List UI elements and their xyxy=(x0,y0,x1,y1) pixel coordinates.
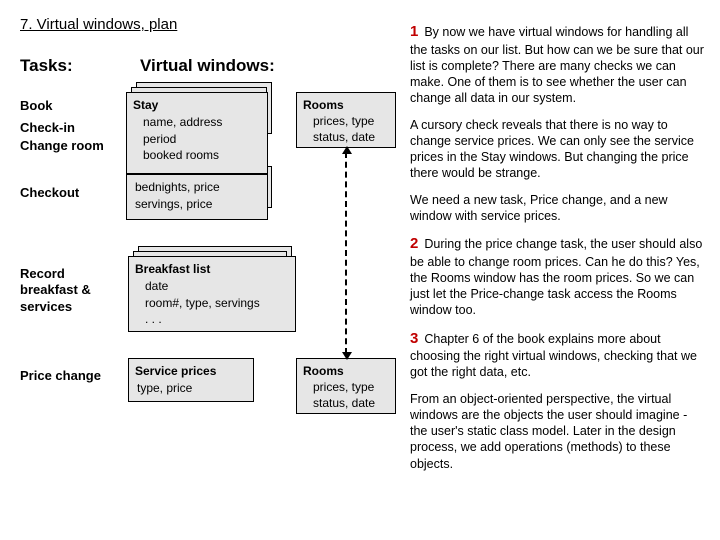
vw-bkfst-line2: room#, type, servings xyxy=(135,295,289,312)
note-number-3: 3 xyxy=(410,330,424,347)
vw-stay-line1: name, address xyxy=(133,114,261,131)
vw-bednights: bednights, price servings, price xyxy=(126,174,268,220)
note-3b: From an object-oriented perspective, the… xyxy=(410,391,706,472)
slide: 7. Virtual windows, plan Tasks: Virtual … xyxy=(0,0,720,540)
note-1b: A cursory check reveals that there is no… xyxy=(410,117,706,182)
note-3a-text: Chapter 6 of the book explains more abou… xyxy=(410,332,697,380)
task-book: Book xyxy=(20,98,53,113)
vw-breakfast-stack: Breakfast list date room#, type, serving… xyxy=(128,256,300,336)
vw-rooms-line1: prices, type xyxy=(303,379,389,395)
vw-bed-line1: bednights, price xyxy=(133,179,261,196)
vw-service-prices-stack: Service prices type, price xyxy=(128,358,258,406)
note-1c: We need a new task, Price change, and a … xyxy=(410,192,706,225)
note-number-2: 2 xyxy=(410,235,424,252)
task-checkin: Check-in xyxy=(20,120,75,135)
task-change-room: Change room xyxy=(20,138,104,153)
note-2-text: During the price change task, the user s… xyxy=(410,237,702,317)
vw-rooms-line1: prices, type xyxy=(303,113,389,129)
notes-column: 1By now we have virtual windows for hand… xyxy=(410,22,706,482)
rooms-link-arrow xyxy=(345,152,347,354)
task-price-change: Price change xyxy=(20,368,101,383)
vw-stay-line3: booked rooms xyxy=(133,147,261,164)
vw-breakfast: Breakfast list date room#, type, serving… xyxy=(128,256,296,332)
vw-rooms-line2: status, date xyxy=(303,395,389,411)
note-1a-text: By now we have virtual windows for handl… xyxy=(410,25,704,105)
vw-rooms-top: Rooms prices, type status, date xyxy=(296,92,396,148)
tasks-heading: Tasks: xyxy=(20,56,73,76)
vw-heading: Virtual windows: xyxy=(140,56,275,76)
vw-srv-line1: type, price xyxy=(135,380,247,397)
vw-rooms-bottom: Rooms prices, type status, date xyxy=(296,358,396,414)
note-2: 2During the price change task, the user … xyxy=(410,234,706,319)
page-title: 7. Virtual windows, plan xyxy=(20,16,177,33)
vw-bkfst-line3: . . . xyxy=(135,311,289,328)
vw-bkfst-line1: date xyxy=(135,278,289,295)
note-number-1: 1 xyxy=(410,23,424,40)
note-1: 1By now we have virtual windows for hand… xyxy=(410,22,706,107)
vw-bednights-stack: bednights, price servings, price xyxy=(126,174,272,224)
note-3: 3Chapter 6 of the book explains more abo… xyxy=(410,329,706,381)
vw-bkfst-title: Breakfast list xyxy=(135,261,289,278)
vw-stay-title: Stay xyxy=(133,97,261,114)
vw-srv-title: Service prices xyxy=(135,363,247,380)
task-checkout: Checkout xyxy=(20,185,79,200)
vw-bed-line2: servings, price xyxy=(133,196,261,213)
vw-service-prices: Service prices type, price xyxy=(128,358,254,402)
vw-rooms-title: Rooms xyxy=(303,363,389,379)
vw-stay-stack: Stay name, address period booked rooms xyxy=(126,92,272,178)
vw-rooms-title: Rooms xyxy=(303,97,389,113)
vw-stay: Stay name, address period booked rooms xyxy=(126,92,268,174)
task-record-bkfst: Record breakfast & services xyxy=(20,266,120,315)
vw-stay-line2: period xyxy=(133,131,261,148)
vw-rooms-line2: status, date xyxy=(303,129,389,145)
